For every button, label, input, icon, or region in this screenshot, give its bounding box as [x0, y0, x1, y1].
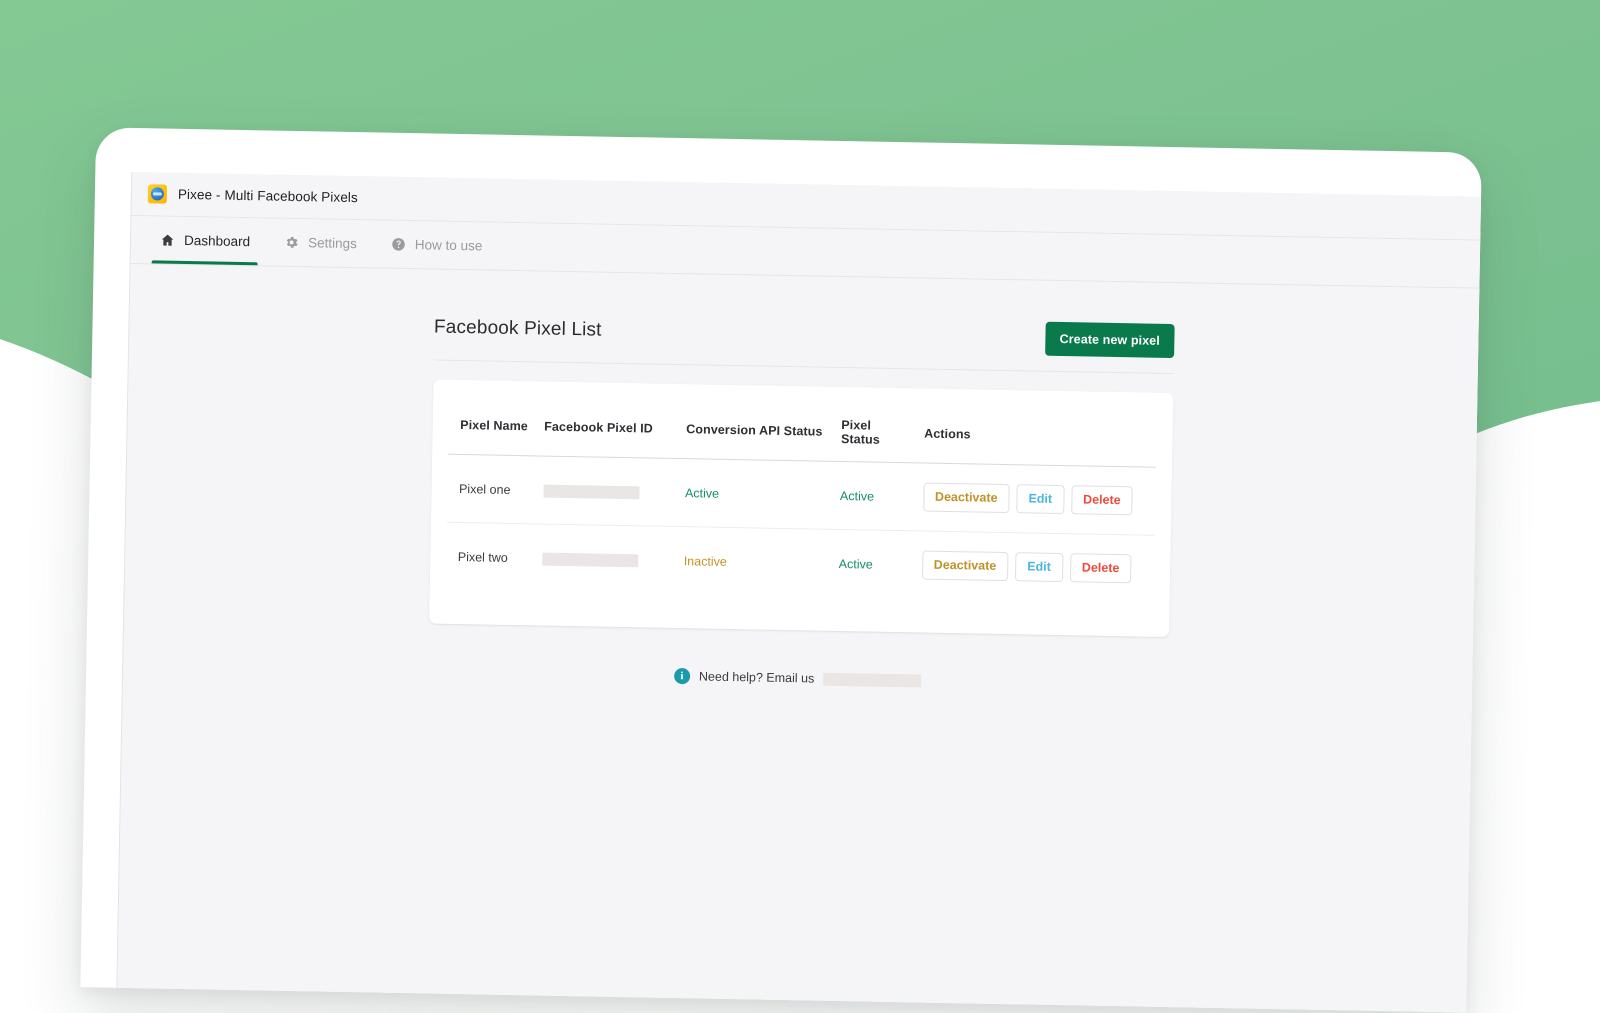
- column-header-capi-status: Conversion API Status: [680, 406, 836, 461]
- cell-pixel-id: [536, 456, 679, 527]
- tab-dashboard-label: Dashboard: [184, 234, 250, 249]
- page-title: Facebook Pixel List: [434, 317, 602, 342]
- pixel-list-card: Pixel Name Facebook Pixel ID Conversion …: [429, 380, 1173, 638]
- page-header: Facebook Pixel List Create new pixel: [433, 311, 1174, 375]
- redacted-pixel-id: [542, 552, 638, 567]
- info-icon: i: [674, 668, 690, 684]
- tab-settings-label: Settings: [308, 236, 357, 250]
- plugin-title: Pixee - Multi Facebook Pixels: [178, 187, 358, 205]
- pixel-table: Pixel Name Facebook Pixel ID Conversion …: [445, 402, 1156, 603]
- cell-pixel-name: Pixel two: [445, 522, 536, 591]
- question-icon: [391, 237, 406, 252]
- cell-pixel-name: Pixel one: [446, 454, 537, 524]
- gear-icon: [284, 235, 299, 250]
- row-action-group: Deactivate Edit Delete: [923, 483, 1149, 516]
- home-icon: [160, 232, 175, 247]
- deactivate-button[interactable]: Deactivate: [921, 551, 1008, 582]
- tab-how-to-use[interactable]: How to use: [373, 220, 499, 269]
- redacted-support-email: [823, 672, 921, 687]
- cell-actions: Deactivate Edit Delete: [915, 531, 1154, 603]
- redacted-pixel-id: [543, 484, 639, 499]
- cell-pixel-status: Active: [832, 530, 916, 599]
- app-window-content: Pixee - Multi Facebook Pixels Dashboard …: [116, 172, 1481, 1013]
- table-row: Pixel two Inactive Active Deactivate Ed: [445, 522, 1154, 603]
- row-action-group: Deactivate Edit Delete: [921, 551, 1147, 584]
- tab-dashboard[interactable]: Dashboard: [143, 216, 268, 265]
- table-row: Pixel one Active Active Deactivate Edit: [446, 454, 1155, 535]
- delete-button[interactable]: Delete: [1071, 485, 1133, 515]
- cell-pixel-id: [535, 524, 678, 594]
- column-header-pixel-status: Pixel Status: [835, 409, 919, 463]
- delete-button[interactable]: Delete: [1070, 553, 1132, 583]
- column-header-pixel-id: Facebook Pixel ID: [538, 403, 681, 458]
- column-header-actions: Actions: [918, 410, 1157, 467]
- tab-settings[interactable]: Settings: [267, 218, 375, 267]
- pixel-table-body: Pixel one Active Active Deactivate Edit: [445, 454, 1155, 603]
- create-new-pixel-button[interactable]: Create new pixel: [1045, 322, 1174, 358]
- pixee-globe-icon: [148, 184, 167, 203]
- app-window: Pixee - Multi Facebook Pixels Dashboard …: [80, 127, 1482, 1012]
- cell-capi-status: Active: [678, 459, 834, 530]
- cell-actions: Deactivate Edit Delete: [916, 463, 1155, 535]
- help-text: Need help? Email us: [699, 670, 815, 686]
- deactivate-button[interactable]: Deactivate: [923, 483, 1010, 514]
- edit-button[interactable]: Edit: [1016, 484, 1064, 514]
- cell-pixel-status: Active: [833, 461, 917, 531]
- page-content: Facebook Pixel List Create new pixel Pix…: [117, 265, 1479, 1013]
- column-header-pixel-name: Pixel Name: [448, 402, 539, 456]
- edit-button[interactable]: Edit: [1015, 552, 1063, 582]
- cell-capi-status: Inactive: [677, 527, 833, 597]
- tab-how-to-use-label: How to use: [415, 238, 483, 253]
- content-container: Facebook Pixel List Create new pixel Pix…: [428, 271, 1175, 694]
- help-footer: i Need help? Email us: [428, 664, 1168, 694]
